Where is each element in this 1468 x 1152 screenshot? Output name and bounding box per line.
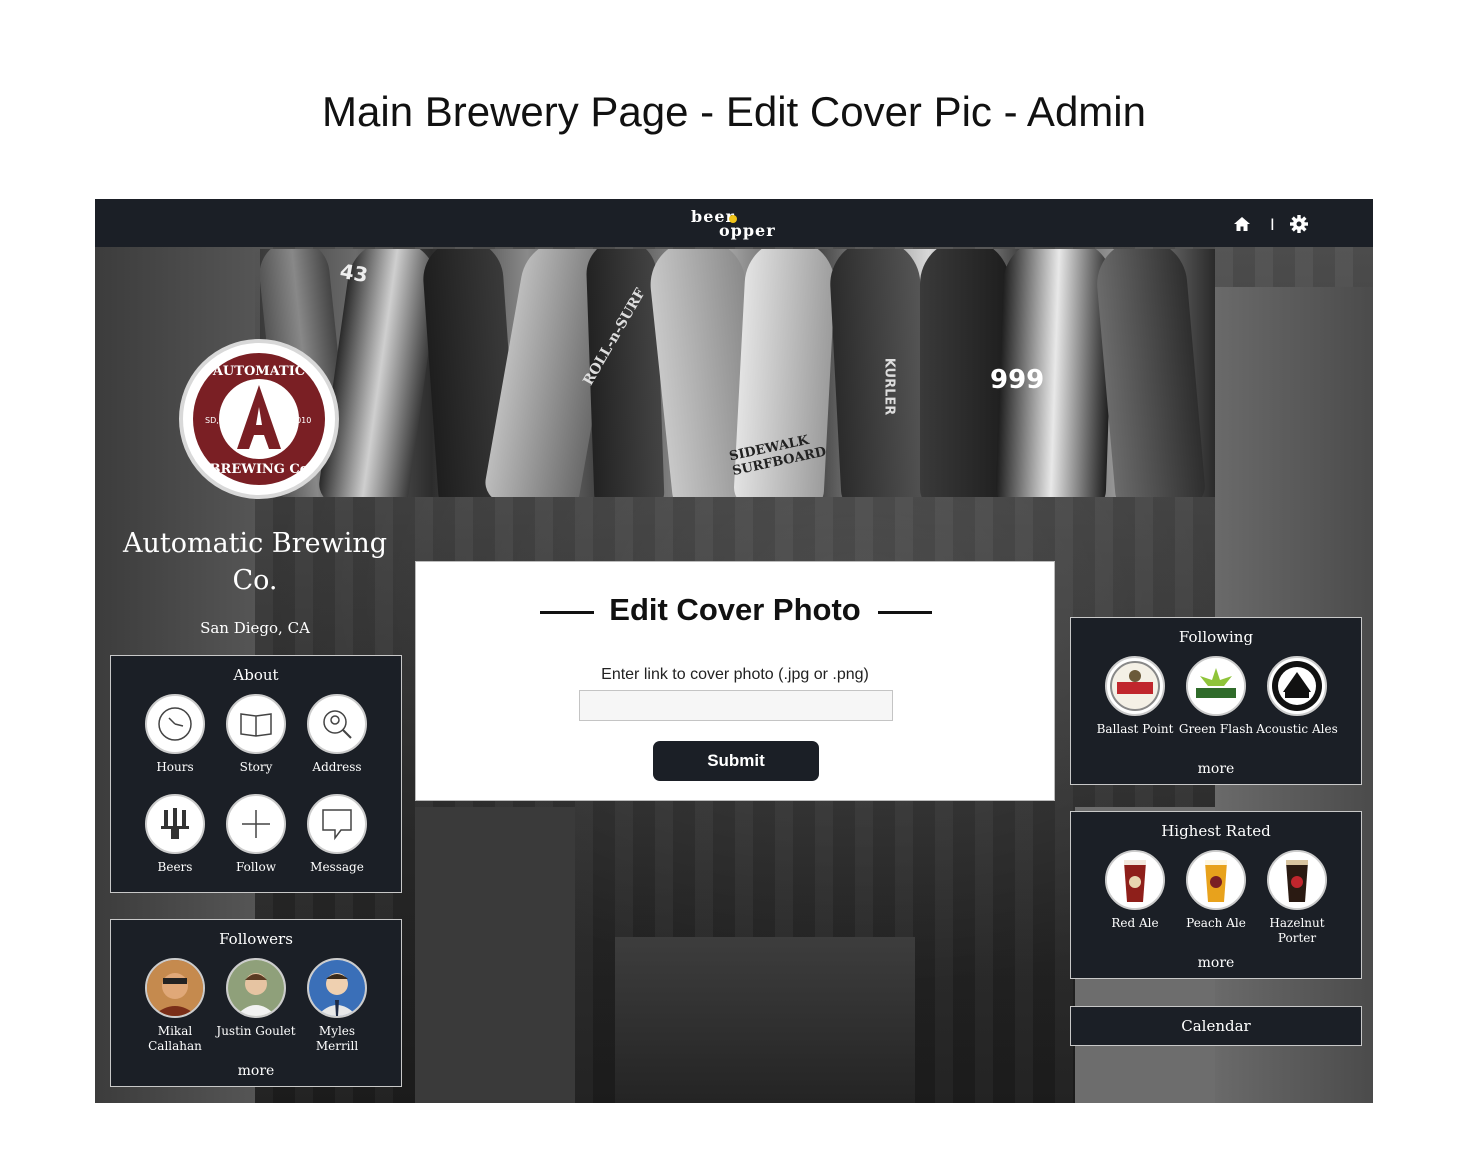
- follow-button[interactable]: [226, 794, 286, 854]
- beer-image[interactable]: [1267, 850, 1327, 910]
- gear-icon[interactable]: [1289, 214, 1309, 234]
- cover-photo[interactable]: 43 ROLL-n-SURF SIDEWALK SURFBOARD KURLER…: [260, 249, 1215, 497]
- about-title: About: [233, 666, 279, 684]
- beerhopper-logo[interactable]: beer opper: [685, 207, 795, 241]
- following-panel: Following Ballast Point Green Flash Acou…: [1070, 617, 1362, 785]
- doc-title: Main Brewery Page - Edit Cover Pic - Adm…: [322, 88, 1146, 135]
- story-label: Story: [239, 760, 273, 774]
- message-button[interactable]: [307, 794, 367, 854]
- map-pin-icon: [323, 710, 352, 739]
- edit-cover-photo-dialog: Edit Cover Photo Enter link to cover pho…: [415, 561, 1055, 801]
- following-brewery-logo[interactable]: [1186, 656, 1246, 716]
- story-button[interactable]: [226, 694, 286, 754]
- clock-icon: [158, 707, 192, 741]
- following-name[interactable]: Acoustic Ales: [1256, 722, 1338, 737]
- brewery-location: San Diego, CA: [200, 619, 310, 637]
- followers-title: Followers: [219, 930, 293, 948]
- svg-text:BREWING Co: BREWING Co: [210, 462, 309, 477]
- home-icon[interactable]: [1233, 215, 1251, 233]
- follower-name[interactable]: Mikal Callahan: [134, 1024, 216, 1054]
- cover-link-label: Enter link to cover photo (.jpg or .png): [601, 666, 869, 683]
- beers-label: Beers: [157, 860, 193, 874]
- cover-link-input[interactable]: [579, 690, 893, 721]
- beer-image[interactable]: [1105, 850, 1165, 910]
- following-brewery-logo[interactable]: [1267, 656, 1327, 716]
- calendar-label: Calendar: [1181, 1017, 1251, 1035]
- follow-label: Follow: [235, 860, 277, 874]
- address-button[interactable]: [307, 694, 367, 754]
- following-more-link[interactable]: more: [1071, 761, 1361, 777]
- cover-board-text: KURLER: [881, 357, 897, 416]
- plus-icon: [242, 810, 270, 838]
- followers-more-link[interactable]: more: [111, 1063, 401, 1079]
- following-name[interactable]: Green Flash: [1175, 722, 1257, 737]
- svg-text:SD,CA: SD,CA: [205, 416, 230, 425]
- nav-separator: I: [1270, 215, 1275, 234]
- hours-label: Hours: [156, 760, 194, 774]
- title-rule-right: [878, 611, 932, 614]
- follower-avatar[interactable]: [226, 958, 286, 1018]
- calendar-button[interactable]: Calendar: [1070, 1006, 1362, 1046]
- followers-panel: Followers Mikal Callahan Justin Goulet M…: [110, 919, 402, 1087]
- beer-name[interactable]: Red Ale: [1094, 916, 1176, 931]
- highest-rated-title: Highest Rated: [1161, 822, 1271, 840]
- svg-text:2010: 2010: [291, 416, 311, 425]
- about-panel: About Hours Story Address Beers Follow M…: [110, 655, 402, 893]
- beer-name[interactable]: Peach Ale: [1175, 916, 1257, 931]
- book-icon: [240, 713, 272, 737]
- cover-board-text: 999: [990, 365, 1045, 395]
- cover-board-text: 43: [338, 258, 370, 288]
- submit-button[interactable]: Submit: [653, 741, 819, 781]
- following-title: Following: [1178, 628, 1254, 646]
- highest-rated-panel: Highest Rated Red Ale Peach Ale Hazelnut…: [1070, 811, 1362, 979]
- beer-name[interactable]: Hazelnut Porter: [1256, 916, 1338, 946]
- highest-rated-more-link[interactable]: more: [1071, 955, 1361, 971]
- message-label: Message: [310, 860, 364, 874]
- tap-handles-icon: [161, 808, 189, 839]
- beer-image[interactable]: [1186, 850, 1246, 910]
- following-brewery-logo[interactable]: [1105, 656, 1165, 716]
- follower-name[interactable]: Myles Merrill: [296, 1024, 378, 1054]
- speech-bubble-icon: [322, 809, 352, 841]
- dialog-title: Edit Cover Photo: [609, 592, 861, 627]
- logo-text-hopper: opper: [719, 221, 776, 240]
- brewery-name: Automatic Brewing Co.: [122, 528, 388, 596]
- app-window: beer opper I 43 ROLL-n-SURF SIDEWALK SUR…: [95, 199, 1373, 1103]
- brewery-logo: AUTOMATIC BREWING Co SD,CA 2010: [179, 339, 339, 499]
- beers-button[interactable]: [145, 794, 205, 854]
- svg-text:AUTOMATIC: AUTOMATIC: [212, 364, 305, 379]
- address-label: Address: [312, 760, 362, 774]
- follower-avatar[interactable]: [307, 958, 367, 1018]
- top-navbar: beer opper I: [95, 199, 1373, 247]
- follower-name[interactable]: Justin Goulet: [215, 1024, 297, 1039]
- follower-avatar[interactable]: [145, 958, 205, 1018]
- hours-button[interactable]: [145, 694, 205, 754]
- following-name[interactable]: Ballast Point: [1094, 722, 1176, 737]
